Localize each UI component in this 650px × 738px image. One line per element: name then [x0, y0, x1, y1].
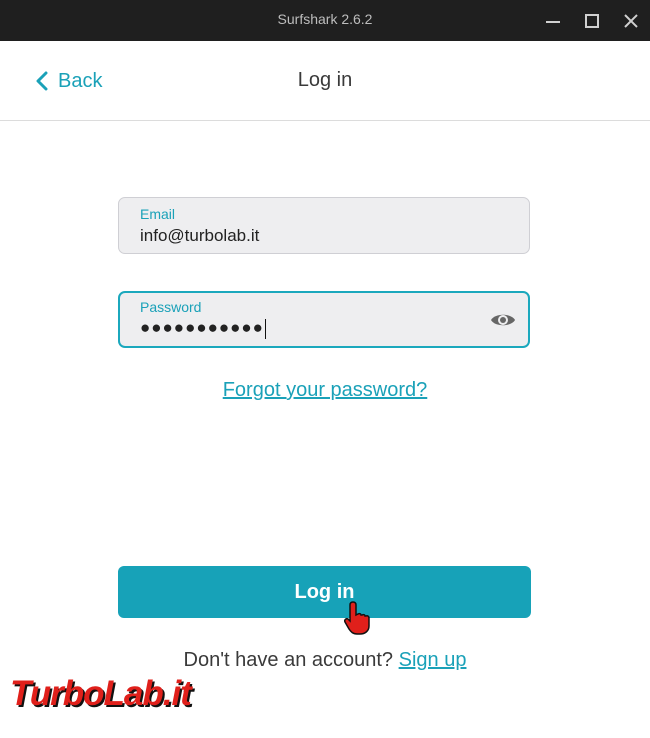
eye-icon — [491, 314, 515, 326]
show-password-button[interactable] — [490, 311, 516, 334]
watermark-logo: TurboLab.it — [10, 674, 192, 713]
text-caret — [264, 318, 266, 339]
signup-prompt: Don't have an account? — [183, 649, 394, 671]
forgot-password-row: Forgot your password? — [0, 379, 650, 402]
minimize-icon — [546, 20, 560, 23]
email-field[interactable]: Email info@turbolab.it — [118, 197, 530, 254]
close-button[interactable] — [612, 0, 650, 41]
maximize-button[interactable] — [573, 0, 611, 41]
login-button[interactable]: Log in — [118, 566, 531, 618]
email-input[interactable]: info@turbolab.it — [140, 226, 259, 246]
password-input[interactable]: ●●●●●●●●●●● — [140, 318, 266, 339]
page-title: Log in — [297, 69, 353, 91]
signup-link[interactable]: Sign up — [399, 649, 467, 671]
title-bar: Surfshark 2.6.2 — [0, 0, 650, 41]
signup-row: Don't have an account? Sign up — [0, 649, 650, 672]
minimize-button[interactable] — [534, 0, 572, 41]
email-label: Email — [140, 206, 176, 222]
hand-pointer-icon — [344, 601, 370, 635]
forgot-password-link[interactable]: Forgot your password? — [223, 379, 428, 401]
password-dots: ●●●●●●●●●●● — [140, 318, 264, 337]
password-label: Password — [140, 299, 202, 315]
close-icon — [624, 13, 638, 28]
password-field[interactable]: Password ●●●●●●●●●●● — [118, 291, 530, 348]
maximize-icon — [585, 13, 599, 28]
page-header: Back Log in — [0, 41, 650, 121]
